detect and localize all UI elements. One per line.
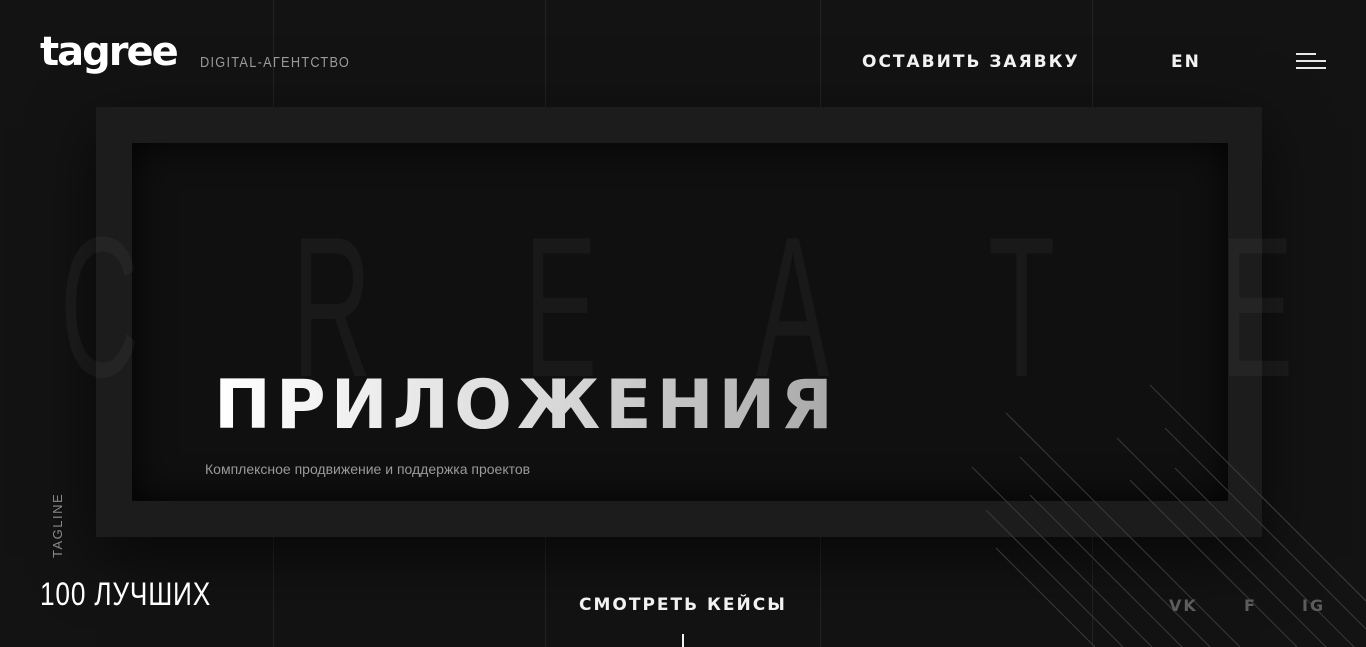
social-link-instagram[interactable]: IG xyxy=(1302,596,1325,615)
social-link-facebook[interactable]: F xyxy=(1244,596,1257,615)
social-link-vk[interactable]: VK xyxy=(1169,596,1198,615)
leave-request-button[interactable]: ОСТАВИТЬ ЗАЯВКУ xyxy=(862,52,1080,72)
hero-subtitle: Комплексное продвижение и поддержка прое… xyxy=(205,461,531,477)
language-switch[interactable]: EN xyxy=(1171,52,1201,72)
view-cases-button[interactable]: СМОТРЕТЬ КЕЙСЫ xyxy=(579,595,787,615)
site-header: tagree DIGITAL-АГЕНТСТВО ОСТАВИТЬ ЗАЯВКУ… xyxy=(0,0,1366,120)
scroll-indicator xyxy=(682,634,684,647)
logo[interactable]: tagree xyxy=(40,32,179,72)
tagline-label: TAGLINE xyxy=(50,492,65,558)
hamburger-menu-icon[interactable] xyxy=(1294,52,1328,72)
tagline-text: 100 ЛУЧШИХ xyxy=(40,576,212,612)
hero-title: ПРИЛОЖЕНИЯ xyxy=(214,366,838,445)
agency-label: DIGITAL-АГЕНТСТВО xyxy=(200,54,351,71)
